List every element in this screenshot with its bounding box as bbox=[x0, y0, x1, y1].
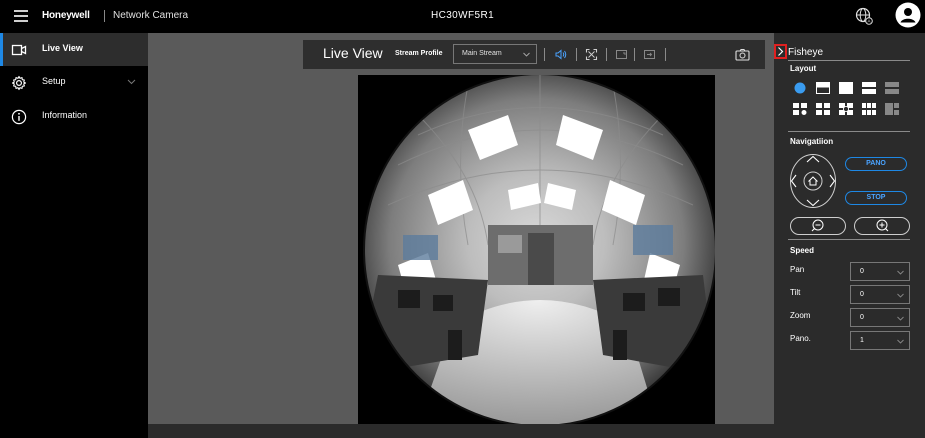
stream-profile-label: Stream Profile bbox=[395, 50, 443, 57]
sidebar-item-setup[interactable]: Setup bbox=[0, 66, 148, 99]
fisheye-video-feed[interactable] bbox=[358, 75, 715, 424]
layout-single-icon[interactable] bbox=[839, 82, 853, 94]
stop-button[interactable]: STOP bbox=[845, 191, 907, 205]
tilt-speed-label: Tilt bbox=[790, 288, 801, 297]
toolbar-divider bbox=[606, 48, 607, 61]
sidebar: Live View Setup Information bbox=[0, 33, 148, 438]
ptz-direction-pad[interactable] bbox=[789, 153, 837, 209]
toolbar-divider bbox=[544, 48, 545, 61]
layout-heading: Layout bbox=[790, 64, 817, 73]
toolbar-divider bbox=[576, 48, 577, 61]
aspect-ratio-icon[interactable] bbox=[615, 48, 628, 61]
export-icon[interactable] bbox=[643, 48, 656, 61]
chevron-down-icon bbox=[897, 316, 904, 321]
page-title: Live View bbox=[323, 45, 383, 61]
audio-icon[interactable] bbox=[554, 48, 567, 61]
chevron-down-icon bbox=[897, 270, 904, 275]
stream-profile-select[interactable]: Main Stream bbox=[453, 44, 537, 64]
layout-six-icon[interactable] bbox=[862, 103, 876, 115]
layout-1p3-icon[interactable] bbox=[793, 103, 807, 115]
toolbar-divider bbox=[634, 48, 635, 61]
toolbar-divider bbox=[665, 48, 666, 61]
sidebar-item-label: Information bbox=[42, 110, 88, 120]
stream-profile-value: Main Stream bbox=[462, 50, 502, 57]
zoom-out-button[interactable] bbox=[790, 217, 846, 235]
layout-panorama-icon[interactable] bbox=[816, 82, 830, 94]
video-camera-icon bbox=[11, 44, 27, 56]
pan-speed-label: Pan bbox=[790, 265, 805, 274]
chevron-down-icon bbox=[523, 52, 530, 57]
zoom-out-icon bbox=[811, 219, 824, 232]
user-account-icon[interactable] bbox=[895, 2, 921, 28]
top-header: Honeywell Network Camera HC30WF5R1 A bbox=[0, 0, 925, 33]
zoom-in-button[interactable] bbox=[854, 217, 910, 235]
chevron-down-icon[interactable] bbox=[127, 77, 136, 86]
svg-text:A: A bbox=[867, 19, 870, 24]
speed-heading: Speed bbox=[790, 246, 815, 255]
panel-title: Fisheye bbox=[788, 47, 824, 58]
sidebar-item-information[interactable]: Information bbox=[0, 100, 148, 133]
chevron-down-icon bbox=[897, 293, 904, 298]
layout-fisheye-quad-icon[interactable] bbox=[839, 103, 853, 115]
navigation-heading: Navigatiion bbox=[790, 137, 834, 146]
live-view-toolbar: Live View Stream Profile Main Stream bbox=[303, 40, 765, 69]
zoom-in-icon bbox=[876, 219, 889, 232]
pano-button[interactable]: PANO bbox=[845, 157, 907, 171]
info-icon bbox=[11, 109, 27, 125]
layout-double-panorama-icon[interactable] bbox=[862, 82, 876, 94]
pan-speed-value: 0 bbox=[860, 268, 864, 275]
zoom-speed-label: Zoom bbox=[790, 311, 811, 320]
pano-speed-label: Pano. bbox=[790, 334, 811, 343]
layout-circle-icon[interactable] bbox=[793, 82, 807, 94]
camera-model-title: HC30WF5R1 bbox=[430, 10, 495, 21]
fullscreen-icon[interactable] bbox=[585, 48, 598, 61]
gear-icon bbox=[11, 75, 27, 91]
layout-quad-icon[interactable] bbox=[816, 103, 830, 115]
snapshot-camera-icon[interactable] bbox=[735, 48, 750, 61]
sidebar-item-live-view[interactable]: Live View bbox=[0, 33, 148, 66]
zoom-speed-select[interactable]: 0 bbox=[850, 308, 910, 327]
sidebar-item-label: Live View bbox=[42, 43, 83, 53]
chevron-right-icon bbox=[778, 47, 784, 56]
stage-bottom-strip bbox=[148, 424, 774, 438]
tilt-speed-value: 0 bbox=[860, 291, 864, 298]
pano-speed-value: 1 bbox=[860, 337, 864, 344]
collapse-panel-button[interactable] bbox=[774, 44, 787, 59]
layout-mixed-icon[interactable] bbox=[885, 103, 899, 115]
tilt-speed-select[interactable]: 0 bbox=[850, 285, 910, 304]
chevron-down-icon bbox=[897, 339, 904, 344]
divider bbox=[788, 60, 910, 61]
live-view-stage: Live View Stream Profile Main Stream bbox=[148, 33, 774, 424]
divider bbox=[788, 131, 910, 132]
pan-speed-select[interactable]: 0 bbox=[850, 262, 910, 281]
layout-quad-strip-icon[interactable] bbox=[885, 82, 899, 94]
sidebar-item-label: Setup bbox=[42, 76, 66, 86]
fisheye-image bbox=[363, 75, 715, 424]
globe-language-icon[interactable]: A bbox=[855, 7, 873, 25]
zoom-speed-value: 0 bbox=[860, 314, 864, 321]
pano-speed-select[interactable]: 1 bbox=[850, 331, 910, 350]
fisheye-panel: Fisheye Layout Navigatiion PANO STOP Spe… bbox=[774, 33, 925, 438]
divider bbox=[788, 239, 910, 240]
